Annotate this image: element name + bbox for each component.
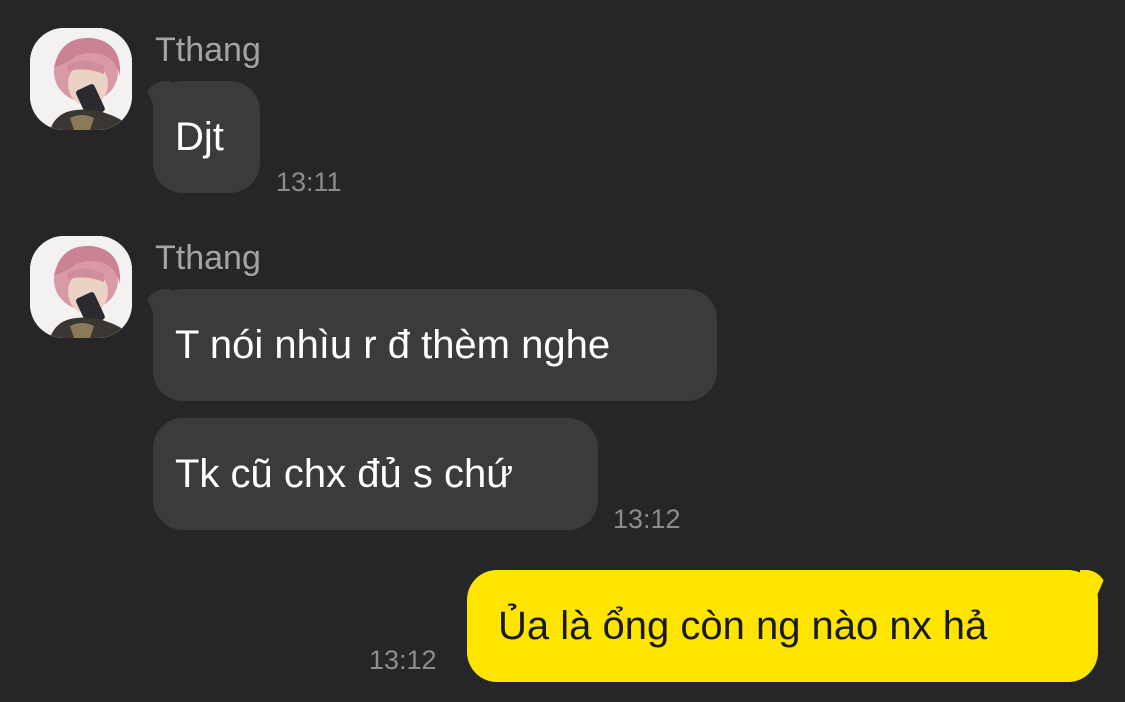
message-text: T nói nhìu r đ thèm nghe [175, 323, 611, 367]
message-bubble[interactable]: Djt [153, 81, 260, 193]
message-timestamp: 13:12 [613, 504, 681, 534]
sender-avatar[interactable] [30, 28, 132, 130]
avatar-photo-icon [30, 236, 132, 338]
message-text: Djt [175, 115, 224, 159]
message-bubble[interactable]: T nói nhìu r đ thèm nghe [153, 289, 717, 401]
message-bubble[interactable]: Tk cũ chx đủ s chứ [153, 418, 598, 530]
message-bubble-outgoing[interactable]: Ủa là ổng còn ng nào nx hả [467, 570, 1098, 682]
sender-name: Tthang [155, 31, 261, 69]
message-text: Ủa là ổng còn ng nào nx hả [498, 604, 988, 648]
sender-avatar[interactable] [30, 236, 132, 338]
message-text: Tk cũ chx đủ s chứ [175, 452, 514, 496]
sender-name: Tthang [155, 239, 261, 277]
avatar-photo-icon [30, 28, 132, 130]
message-timestamp: 13:11 [276, 167, 342, 197]
message-timestamp: 13:12 [369, 645, 437, 675]
chat-message-list[interactable]: Tthang Djt 13:11 Tthang T nói nhìu r đ t… [0, 0, 1125, 702]
